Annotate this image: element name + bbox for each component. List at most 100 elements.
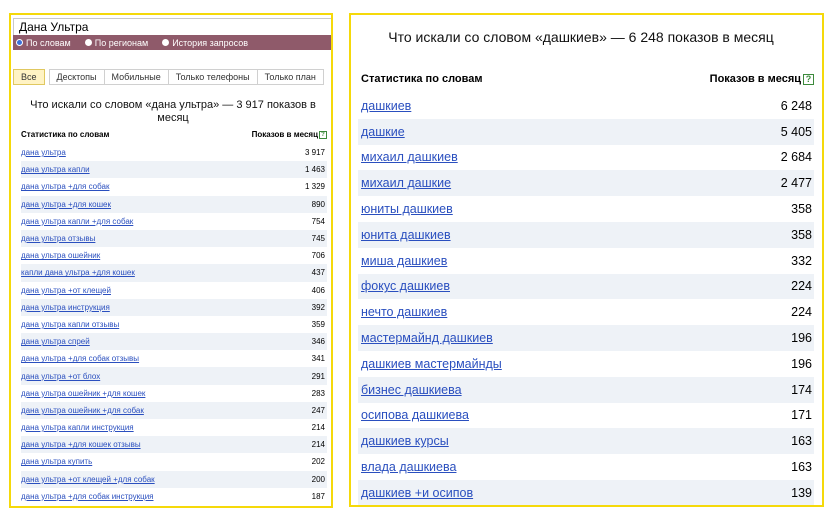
impressions-count: 392 [311, 302, 325, 312]
keyword-link[interactable]: юниты дашкиев [358, 202, 453, 216]
mode-history[interactable]: История запросов [162, 38, 248, 48]
impressions-count: 358 [791, 227, 812, 242]
keyword-link[interactable]: дана ультра капли +для собак [21, 217, 133, 226]
tab-tablets-only[interactable]: Только план [257, 69, 324, 85]
mode-label: По словам [26, 37, 71, 48]
keyword-link[interactable]: дашкиев курсы [358, 434, 449, 448]
keyword-link[interactable]: бизнес дашкиева [358, 383, 462, 397]
table-row: дана ультра +для собак 1 329 [21, 178, 327, 195]
table-row: миша дашкиев 332 [358, 248, 814, 274]
keyword-link[interactable]: михаил дашкиев [358, 150, 458, 164]
keyword-link[interactable]: дана ультра +для собак [21, 182, 109, 191]
impressions-count: 196 [791, 331, 812, 346]
impressions-count: 171 [791, 408, 812, 423]
tab-phones-only[interactable]: Только телефоны [168, 69, 258, 85]
impressions-count: 247 [311, 405, 325, 415]
keyword-link[interactable]: дана ультра инструкция [21, 303, 110, 312]
table-row: дана ультра +от клещей 406 [21, 282, 327, 299]
table-row: мастермайнд дашкиев 196 [358, 325, 814, 351]
keyword-link[interactable]: дана ультра +для кошек [21, 200, 111, 209]
keyword-link[interactable]: дашкиев +и осипов [358, 486, 473, 500]
left-wordstat-panel: Дана Ультра По словам По регионам Истори… [9, 13, 333, 508]
impressions-count: 406 [311, 285, 325, 295]
table-header: Статистика по словам Показов в месяц? [361, 73, 814, 87]
keyword-link[interactable]: дана ультра ошейник [21, 251, 100, 260]
table-row: дана ультра капли отзывы 359 [21, 316, 327, 333]
keyword-link[interactable]: капли дана ультра +для кошек [21, 268, 135, 277]
impressions-count: 187 [311, 491, 325, 501]
keyword-link[interactable]: дашкиев мастермайнды [358, 357, 502, 371]
tab-mobile[interactable]: Мобильные [104, 69, 169, 85]
impressions-count: 1 463 [304, 165, 325, 175]
table-row: дана ультра капли +для собак 754 [21, 213, 327, 230]
keyword-table: дашкиев 6 248 дашкие 5 405 михаил дашкиев 2 6… [358, 93, 814, 505]
table-row: дана ультра инструкция 392 [21, 298, 327, 316]
keyword-link[interactable]: дана ультра +для кошек отзывы [21, 440, 141, 449]
help-icon[interactable]: ? [319, 130, 327, 139]
impressions-count: 224 [791, 279, 812, 294]
table-row: дана ультра капли 1 463 [21, 161, 327, 179]
table-row: нечто дашкиев 224 [358, 299, 814, 325]
keyword-link[interactable]: дана ультра ошейник +для собак [21, 406, 144, 415]
table-row: михаил дашкиев 2 684 [358, 145, 814, 171]
table-row: дана ультра ошейник +для кошек 283 [21, 385, 327, 402]
keyword-link[interactable]: дана ультра капли инструкция [21, 423, 134, 432]
keyword-link[interactable]: дана ультра ошейник +для кошек [21, 389, 145, 398]
keyword-link[interactable]: михаил дашкие [358, 176, 451, 190]
impressions-count: 359 [311, 319, 325, 329]
impressions-count: 332 [791, 253, 812, 268]
keyword-link[interactable]: дана ультра +для собак инструкция [21, 492, 154, 501]
keyword-link[interactable]: осипова дашкиева [358, 408, 469, 422]
impressions-count: 163 [791, 434, 812, 449]
impressions-count: 890 [311, 199, 325, 209]
column-count-header: Показов в месяц? [252, 130, 327, 142]
table-row: дашкиев +и осипов 139 [358, 479, 814, 505]
table-row: дана ультра капли инструкция 214 [21, 419, 327, 436]
keyword-link[interactable]: мастермайнд дашкиев [358, 331, 493, 345]
keyword-link[interactable]: влада дашкиева [358, 460, 456, 474]
keyword-link[interactable]: дашкие [358, 125, 405, 139]
keyword-link[interactable]: дана ультра спрей [21, 337, 90, 346]
tab-all[interactable]: Все [13, 69, 45, 85]
keyword-link[interactable]: нечто дашкиев [358, 305, 447, 319]
radio-unchecked-icon[interactable] [84, 39, 92, 46]
keyword-link[interactable]: фокус дашкиев [358, 279, 450, 293]
mode-by-regions[interactable]: По регионам [84, 37, 149, 48]
keyword-link[interactable]: дана ультра +для собак отзывы [21, 354, 139, 363]
table-row: дана ультра +от клещей +для собак 200 [21, 470, 327, 488]
keyword-link[interactable]: дана ультра купить [21, 457, 92, 466]
keyword-link[interactable]: дана ультра [21, 148, 66, 157]
keyword-link[interactable]: дашкиев [358, 99, 411, 113]
table-row: фокус дашкиев 224 [358, 273, 814, 300]
table-row: дана ультра +для кошек 890 [21, 195, 327, 213]
impressions-count: 2 684 [780, 150, 812, 165]
impressions-count: 214 [311, 440, 325, 450]
keyword-link[interactable]: дана ультра капли отзывы [21, 320, 119, 329]
table-row: влада дашкиева 163 [358, 454, 814, 480]
table-row: дана ультра +для кошек отзывы 214 [21, 436, 327, 454]
impressions-count: 291 [311, 371, 325, 381]
keyword-link[interactable]: юнита дашкиев [358, 228, 451, 242]
mode-label: По регионам [94, 37, 149, 48]
impressions-count: 174 [791, 382, 812, 397]
keyword-link[interactable]: дана ультра +от клещей [21, 286, 111, 295]
keyword-link[interactable]: дана ультра отзывы [21, 234, 95, 243]
table-row: дана ультра 3 917 [21, 144, 327, 161]
table-row: капли дана ультра +для кошек 437 [21, 264, 327, 282]
search-input[interactable]: Дана Ультра [13, 18, 331, 36]
table-row: дашкиев мастермайнды 196 [358, 351, 814, 377]
keyword-link[interactable]: дана ультра капли [21, 165, 90, 174]
tab-desktops[interactable]: Десктопы [48, 69, 105, 85]
radio-checked-icon[interactable] [16, 39, 23, 46]
mode-by-words[interactable]: По словам [16, 38, 71, 48]
table-row: юниты дашкиев 358 [358, 196, 814, 222]
keyword-link[interactable]: дана ультра +от клещей +для собак [21, 475, 155, 484]
radio-unchecked-icon[interactable] [162, 39, 170, 46]
impressions-count: 214 [311, 423, 325, 433]
keyword-link[interactable]: миша дашкиев [358, 254, 447, 268]
impressions-count: 139 [791, 485, 812, 500]
keyword-link[interactable]: дана ультра +от блох [21, 372, 100, 381]
impressions-count: 437 [311, 268, 325, 278]
table-row: дана ультра отзывы 745 [21, 229, 327, 248]
help-icon[interactable]: ? [803, 73, 814, 85]
